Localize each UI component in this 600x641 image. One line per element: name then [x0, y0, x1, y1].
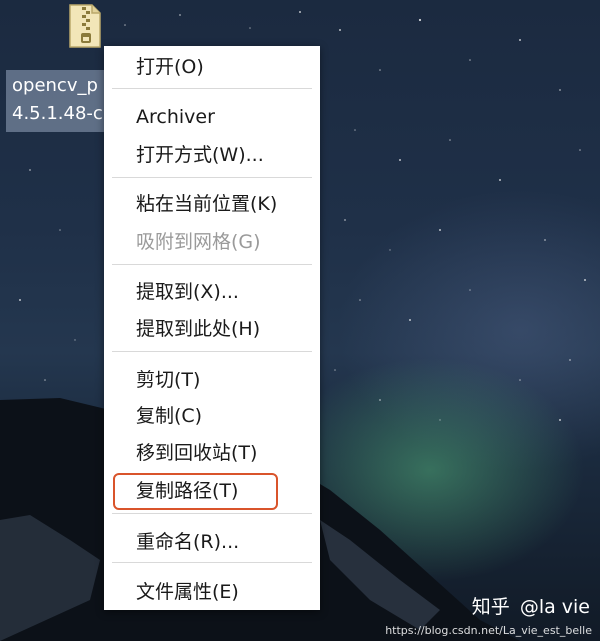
menu-separator — [112, 264, 312, 265]
file-name-label: opencv_p 4.5.1.48-c — [6, 70, 110, 132]
menu-separator — [112, 177, 312, 178]
zhihu-logo-text: 知乎 — [471, 596, 510, 618]
menu-item-archiver[interactable]: Archiver — [104, 100, 320, 134]
menu-separator — [112, 562, 312, 563]
copy-path-highlight-box — [113, 473, 278, 510]
menu-item-paste-here[interactable]: 粘在当前位置(K) — [104, 187, 320, 221]
menu-separator — [112, 513, 312, 514]
archive-zip-icon — [69, 4, 101, 48]
menu-item-properties[interactable]: 文件属性(E) — [104, 575, 320, 609]
menu-item-extract-to[interactable]: 提取到(X)... — [104, 275, 320, 309]
menu-separator — [112, 351, 312, 352]
file-name-line-2: 4.5.1.48-c — [12, 103, 103, 124]
menu-item-extract-here[interactable]: 提取到此处(H) — [104, 312, 320, 346]
author-handle: @la vie — [519, 596, 590, 618]
menu-separator — [112, 88, 312, 89]
menu-item-snap-to-grid: 吸附到网格(G) — [136, 231, 261, 253]
menu-item-move-to-trash[interactable]: 移到回收站(T) — [104, 436, 320, 470]
menu-item-cut[interactable]: 剪切(T) — [104, 363, 320, 397]
context-menu: 打开(O) Archiver 打开方式(W)... 粘在当前位置(K) 吸附到网… — [104, 46, 320, 610]
menu-item-rename[interactable]: 重命名(R)... — [104, 525, 320, 559]
csdn-url-watermark: https://blog.csdn.net/La_vie_est_belle — [385, 624, 592, 637]
desktop-file[interactable]: opencv_p 4.5.1.48-c — [0, 0, 112, 132]
zhihu-watermark: 知乎 @la vie — [472, 592, 590, 619]
file-name-line-1: opencv_p — [12, 75, 98, 96]
menu-item-open[interactable]: 打开(O) — [104, 50, 320, 84]
menu-item-open-with[interactable]: 打开方式(W)... — [104, 138, 320, 172]
menu-item-copy[interactable]: 复制(C) — [104, 399, 320, 433]
